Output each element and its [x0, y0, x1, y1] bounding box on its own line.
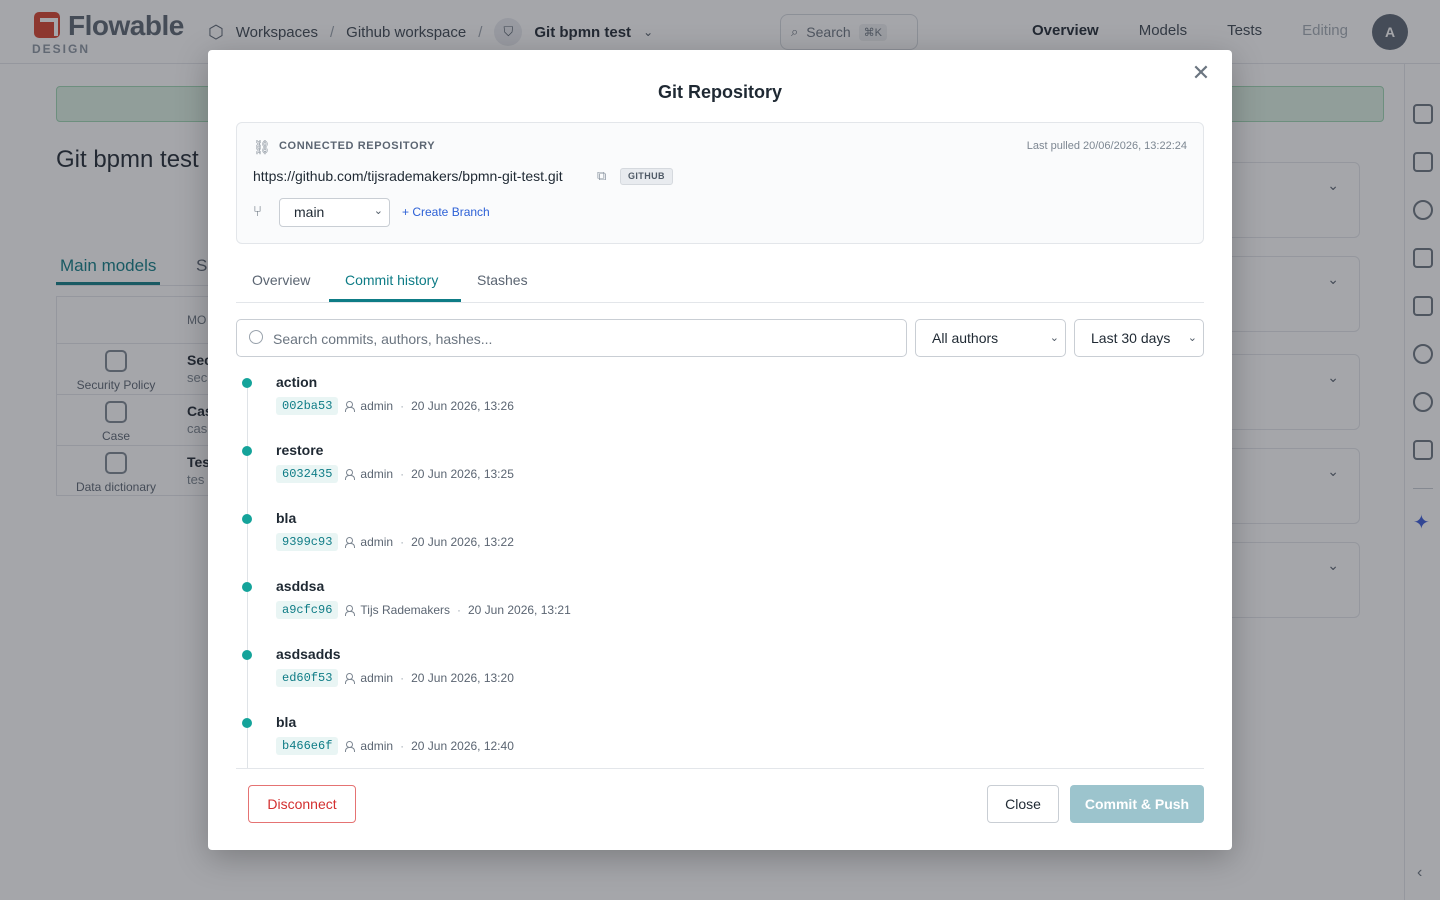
commit-message: action	[276, 374, 318, 390]
period-filter-value: Last 30 days	[1091, 330, 1171, 346]
branch-select-value: main	[294, 204, 325, 220]
commit-item[interactable]: asdsadds ed60f53 admin · 20 Jun 2026, 13…	[236, 640, 1204, 708]
timeline-dot	[242, 650, 252, 660]
timeline-dot	[242, 718, 252, 728]
user-icon	[345, 741, 356, 752]
commit-author: admin	[360, 535, 394, 549]
timeline-dot	[242, 446, 252, 456]
user-icon	[345, 537, 356, 548]
commit-meta: b466e6f admin · 20 Jun 2026, 12:40	[276, 737, 514, 755]
commit-author: admin	[360, 399, 394, 413]
meta-separator: ·	[400, 535, 405, 549]
commit-date: 20 Jun 2026, 13:22	[411, 535, 514, 549]
user-icon	[345, 469, 356, 480]
commit-message: bla	[276, 510, 297, 526]
chevron-down-icon: ⌄	[1049, 332, 1059, 344]
commit-meta: 6032435 admin · 20 Jun 2026, 13:25	[276, 465, 514, 483]
commit-hash[interactable]: 6032435	[276, 465, 339, 483]
section-label: CONNECTED REPOSITORY	[279, 140, 436, 152]
commit-search	[236, 319, 907, 357]
dialog-title: Git Repository	[657, 82, 782, 102]
disconnect-button[interactable]: Disconnect	[248, 785, 356, 823]
commit-message: bla	[276, 714, 297, 730]
commit-meta: 9399c93 admin · 20 Jun 2026, 13:22	[276, 533, 514, 551]
close-icon[interactable]: ✕	[1190, 62, 1212, 84]
create-branch-link[interactable]: + Create Branch	[402, 205, 490, 219]
period-filter-select[interactable]: Last 30 days ⌄	[1074, 319, 1204, 357]
commit-item[interactable]: asddsa a9cfc96 Tijs Rademakers · 20 Jun …	[236, 572, 1204, 640]
external-link-icon[interactable]: ⧉	[597, 168, 606, 184]
commit-item[interactable]: action 002ba53 admin · 20 Jun 2026, 13:2…	[236, 368, 1204, 436]
commit-author: admin	[360, 467, 394, 481]
git-repository-dialog: ✕ Git Repository ⛓ CONNECTED REPOSITORY …	[208, 50, 1232, 850]
commit-date: 20 Jun 2026, 13:20	[411, 671, 514, 685]
tab-stashes[interactable]: Stashes	[477, 272, 528, 288]
commit-date: 20 Jun 2026, 13:25	[411, 467, 514, 481]
commit-hash[interactable]: b466e6f	[276, 737, 339, 755]
commit-hash[interactable]: a9cfc96	[276, 601, 339, 619]
branch-select[interactable]: main ⌄	[279, 198, 390, 227]
link-icon: ⛓	[253, 139, 271, 155]
close-button[interactable]: Close	[987, 785, 1059, 823]
tab-overview[interactable]: Overview	[252, 272, 310, 288]
commit-item[interactable]: bla 9399c93 admin · 20 Jun 2026, 13:22	[236, 504, 1204, 572]
commit-hash[interactable]: ed60f53	[276, 669, 339, 687]
commit-history-list[interactable]: action 002ba53 admin · 20 Jun 2026, 13:2…	[236, 368, 1204, 768]
commit-meta: ed60f53 admin · 20 Jun 2026, 13:20	[276, 669, 514, 687]
commit-date: 20 Jun 2026, 13:21	[468, 603, 571, 617]
clock-search-icon	[249, 330, 263, 344]
commit-search-input[interactable]	[273, 326, 893, 352]
chevron-down-icon: ⌄	[1187, 332, 1197, 344]
commit-message: asddsa	[276, 578, 325, 594]
user-icon	[345, 605, 356, 616]
tab-commit-history[interactable]: Commit history	[345, 272, 438, 288]
active-tab-indicator	[329, 299, 461, 302]
commit-item[interactable]: restore 6032435 admin · 20 Jun 2026, 13:…	[236, 436, 1204, 504]
commit-meta: a9cfc96 Tijs Rademakers · 20 Jun 2026, 1…	[276, 601, 571, 619]
commit-author: admin	[360, 739, 394, 753]
provider-badge: GITHUB	[620, 168, 673, 185]
commit-author: admin	[360, 671, 394, 685]
meta-separator: ·	[400, 671, 405, 685]
timeline-dot	[242, 514, 252, 524]
user-icon	[345, 401, 356, 412]
authors-filter-select[interactable]: All authors ⌄	[915, 319, 1066, 357]
commit-meta: 002ba53 admin · 20 Jun 2026, 13:26	[276, 397, 514, 415]
meta-separator: ·	[400, 467, 405, 481]
meta-separator: ·	[457, 603, 461, 617]
meta-separator: ·	[400, 399, 405, 413]
commit-date: 20 Jun 2026, 12:40	[411, 739, 514, 753]
commit-message: asdsadds	[276, 646, 341, 662]
dialog-tabs: Overview Commit history Stashes	[236, 263, 1204, 303]
commit-date: 20 Jun 2026, 13:26	[411, 399, 514, 413]
commit-push-button[interactable]: Commit & Push	[1070, 785, 1204, 823]
git-branch-icon: ⑂	[253, 203, 263, 220]
meta-separator: ·	[400, 739, 405, 753]
commit-hash[interactable]: 002ba53	[276, 397, 339, 415]
footer-divider	[236, 768, 1204, 769]
chevron-down-icon: ⌄	[373, 205, 383, 217]
connected-repository-card: ⛓ CONNECTED REPOSITORY Last pulled 20/06…	[236, 122, 1204, 244]
user-icon	[345, 673, 356, 684]
commit-hash[interactable]: 9399c93	[276, 533, 339, 551]
last-pulled-timestamp: Last pulled 20/06/2026, 13:22:24	[1026, 140, 1187, 152]
timeline-dot	[242, 582, 252, 592]
authors-filter-value: All authors	[932, 330, 999, 346]
commit-message: restore	[276, 442, 324, 458]
commit-author: Tijs Rademakers	[360, 603, 450, 617]
commit-item[interactable]: bla b466e6f admin · 20 Jun 2026, 12:40	[236, 708, 1204, 768]
timeline-dot	[242, 378, 252, 388]
repository-url[interactable]: https://github.com/tijsrademakers/bpmn-g…	[253, 168, 563, 184]
